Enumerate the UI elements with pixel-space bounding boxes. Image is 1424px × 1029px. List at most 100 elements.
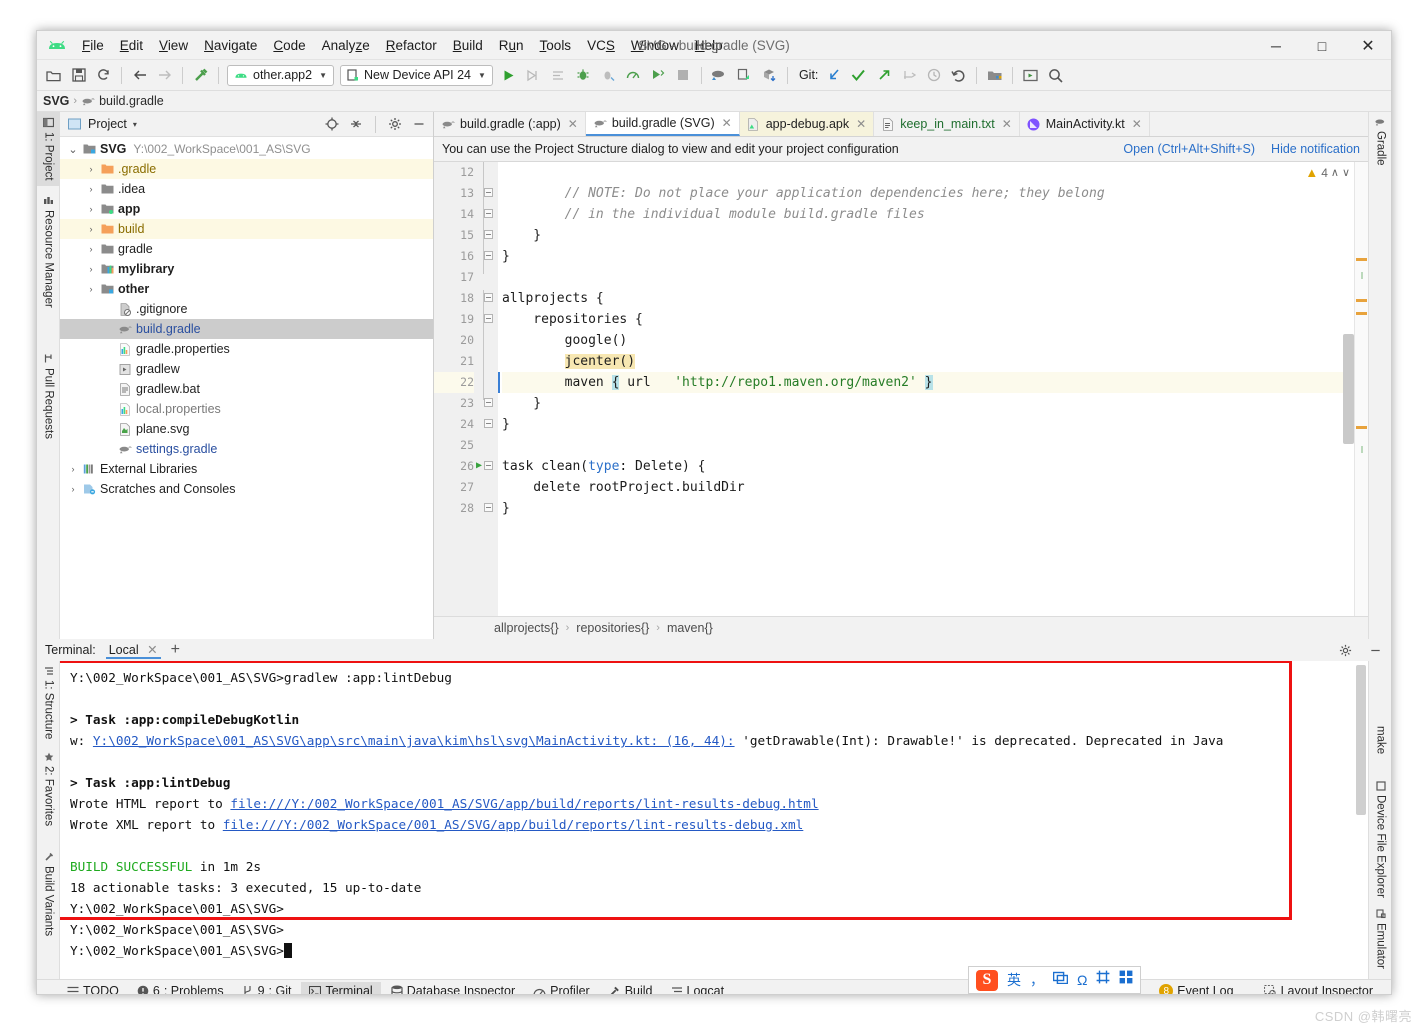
- tool-window-todo[interactable]: TODO: [59, 982, 127, 994]
- tree-item-scratches-and-consoles[interactable]: › Scratches and Consoles: [60, 479, 433, 499]
- tree-expand-arrow-icon[interactable]: ›: [84, 264, 98, 274]
- code-line[interactable]: task clean(type: Delete) {: [502, 456, 1354, 477]
- editor-tab-build-gradle-svg[interactable]: build.gradle (SVG) ✕: [585, 112, 740, 136]
- ime-symbols-icon[interactable]: Ω: [1077, 970, 1087, 991]
- tree-item-build-gradle[interactable]: build.gradle: [60, 319, 433, 339]
- debug-icon[interactable]: [571, 63, 596, 88]
- terminal-link[interactable]: Y:\002_WorkSpace\001_AS\SVG\app\src\main…: [93, 733, 735, 748]
- device-selector[interactable]: New Device API 24 ▼: [340, 64, 493, 86]
- event-log-button[interactable]: 8 Event Log: [1151, 982, 1241, 994]
- terminal-link[interactable]: file:///Y:/002_WorkSpace/001_AS/SVG/app/…: [230, 796, 818, 811]
- editor-vertical-scrollbar[interactable]: [1343, 334, 1354, 444]
- close-button[interactable]: ✕: [1345, 31, 1391, 60]
- tool-window-logcat[interactable]: Logcat: [663, 982, 733, 994]
- tree-item-svg[interactable]: ⌄ SVG Y:\002_WorkSpace\001_AS\SVG: [60, 139, 433, 159]
- code-line[interactable]: repositories {: [502, 309, 1354, 330]
- code-breadcrumb-item[interactable]: allprojects{}: [494, 621, 559, 635]
- editor-tab-mainactivity-kt[interactable]: MainActivity.kt ✕: [1020, 112, 1150, 136]
- code-line[interactable]: [502, 435, 1354, 456]
- apply-code-changes-icon[interactable]: [546, 63, 571, 88]
- fold-marker[interactable]: [484, 293, 493, 302]
- collapse-all-icon[interactable]: [346, 114, 366, 134]
- tree-expand-arrow-icon[interactable]: ›: [66, 464, 80, 474]
- editor-markers-strip[interactable]: [1354, 162, 1368, 616]
- terminal-link[interactable]: file:///Y:/002_WorkSpace/001_AS/SVG/app/…: [223, 817, 804, 832]
- code-editor[interactable]: 12 13 14 15 16 17 18 19 20 21 22 23 24 25 26 27 28: [434, 162, 1368, 616]
- menu-item-file[interactable]: File: [74, 35, 112, 56]
- tree-expand-arrow-icon[interactable]: ⌄: [66, 143, 80, 156]
- menu-item-view[interactable]: View: [151, 35, 196, 56]
- warning-marker[interactable]: [1356, 426, 1367, 429]
- add-terminal-tab-icon[interactable]: +: [171, 641, 180, 659]
- ime-apps-icon[interactable]: [1119, 970, 1133, 991]
- project-structure-icon[interactable]: [982, 63, 1007, 88]
- sidebar-item-device-file-explorer[interactable]: Device File Explorer: [1369, 776, 1391, 903]
- sidebar-item-favorites[interactable]: 2: Favorites: [37, 747, 60, 831]
- hide-icon[interactable]: [1365, 640, 1385, 660]
- tree-item-local-properties[interactable]: local.properties: [60, 399, 433, 419]
- ime-screenshot-icon[interactable]: [1096, 970, 1110, 991]
- tool-window-terminal[interactable]: Terminal: [301, 982, 381, 994]
- fold-marker[interactable]: [484, 461, 493, 470]
- next-warning-icon[interactable]: ∨: [1342, 166, 1350, 179]
- history-icon[interactable]: [921, 63, 946, 88]
- code-breadcrumb-item[interactable]: repositories{}: [576, 621, 649, 635]
- code-line[interactable]: }: [502, 414, 1354, 435]
- menu-item-analyze[interactable]: Analyze: [314, 35, 378, 56]
- warning-marker[interactable]: [1356, 299, 1367, 302]
- fold-marker[interactable]: [484, 209, 493, 218]
- breadcrumb-root[interactable]: SVG: [43, 94, 69, 108]
- commit-icon[interactable]: [846, 63, 871, 88]
- module-selector[interactable]: other.app2 ▼: [227, 64, 335, 86]
- minimize-button[interactable]: ─: [1253, 31, 1299, 60]
- tree-item-gradlew[interactable]: gradlew: [60, 359, 433, 379]
- fold-marker[interactable]: [484, 230, 493, 239]
- layout-inspector-button[interactable]: Layout Inspector: [1256, 982, 1381, 994]
- maximize-button[interactable]: □: [1299, 31, 1345, 60]
- avd-manager-icon[interactable]: [732, 63, 757, 88]
- code-line[interactable]: [502, 162, 1354, 183]
- menu-item-tools[interactable]: Tools: [532, 35, 580, 56]
- gear-icon[interactable]: [385, 114, 405, 134]
- sidebar-item-gradle[interactable]: Gradle: [1369, 112, 1391, 171]
- tree-item-gradle[interactable]: › .gradle: [60, 159, 433, 179]
- warning-marker[interactable]: [1356, 258, 1367, 261]
- terminal-output[interactable]: Y:\002_WorkSpace\001_AS\SVG>gradlew :app…: [60, 661, 1368, 979]
- sync-gradle-icon[interactable]: [707, 63, 732, 88]
- run-icon[interactable]: [496, 63, 521, 88]
- fold-marker[interactable]: [484, 188, 493, 197]
- tree-item-mylibrary[interactable]: › mylibrary: [60, 259, 433, 279]
- tool-window-profiler[interactable]: Profiler: [525, 982, 598, 994]
- sidebar-item-build-variants[interactable]: Build Variants: [37, 847, 60, 941]
- open-folder-icon[interactable]: [41, 63, 66, 88]
- editor-tab-keep-in-main-txt[interactable]: keep_in_main.txt ✕: [874, 112, 1020, 136]
- tree-expand-arrow-icon[interactable]: ›: [66, 484, 80, 494]
- tree-item-external-libraries[interactable]: › External Libraries: [60, 459, 433, 479]
- stop-icon[interactable]: [671, 63, 696, 88]
- menu-item-run[interactable]: Run: [491, 35, 532, 56]
- ime-punctuation-toggle[interactable]: ，: [1030, 970, 1044, 991]
- tool-window-problems[interactable]: 6: Problems: [129, 982, 232, 994]
- code-line[interactable]: delete rootProject.buildDir: [502, 477, 1354, 498]
- sidebar-item-make[interactable]: make: [1369, 721, 1391, 759]
- code-line[interactable]: }: [502, 498, 1354, 519]
- sidebar-item-pull-requests[interactable]: Pull Requests: [37, 348, 60, 444]
- close-icon[interactable]: ✕: [856, 117, 866, 131]
- editor-tab-build-gradle-app[interactable]: build.gradle (:app) ✕: [434, 112, 586, 136]
- profiler-icon[interactable]: [621, 63, 646, 88]
- menu-item-code[interactable]: Code: [265, 35, 313, 56]
- chevron-down-icon[interactable]: ▾: [133, 120, 137, 129]
- close-icon[interactable]: ✕: [568, 117, 578, 131]
- push-icon[interactable]: [871, 63, 896, 88]
- tree-expand-arrow-icon[interactable]: ›: [84, 164, 98, 174]
- code-text[interactable]: // NOTE: Do not place your application d…: [476, 162, 1354, 616]
- tree-item-build[interactable]: › build: [60, 219, 433, 239]
- code-line[interactable]: google(): [502, 330, 1354, 351]
- run-gutter-icon[interactable]: ▶: [476, 460, 482, 471]
- undo-icon[interactable]: [946, 63, 971, 88]
- code-line[interactable]: // NOTE: Do not place your application d…: [502, 183, 1354, 204]
- code-line[interactable]: }: [502, 393, 1354, 414]
- inspection-widget[interactable]: ▲ 4 ∧ ∨: [1305, 165, 1350, 180]
- tree-item-gradle[interactable]: › gradle: [60, 239, 433, 259]
- sidebar-item-project[interactable]: 1: Project: [37, 112, 60, 186]
